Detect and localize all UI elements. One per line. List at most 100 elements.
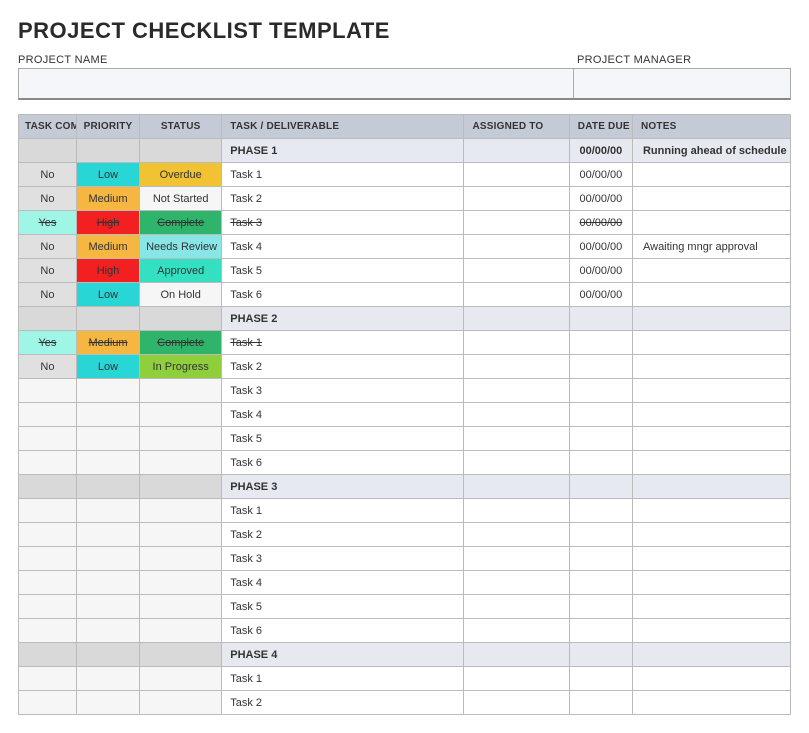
cell-task[interactable]: Task 3 [222,379,464,403]
cell-status[interactable]: Approved [140,259,222,283]
cell-complete[interactable]: No [19,235,77,259]
cell-complete[interactable]: No [19,355,77,379]
cell-complete[interactable]: Yes [19,211,77,235]
cell-task[interactable]: Task 1 [222,331,464,355]
cell-due[interactable] [569,595,632,619]
cell-status[interactable] [140,595,222,619]
cell-priority[interactable] [76,691,139,715]
cell-task[interactable]: PHASE 3 [222,475,464,499]
cell-complete[interactable] [19,643,77,667]
cell-priority[interactable] [76,547,139,571]
cell-assigned[interactable] [464,235,569,259]
cell-notes[interactable] [632,595,790,619]
cell-assigned[interactable] [464,163,569,187]
cell-priority[interactable] [76,571,139,595]
cell-assigned[interactable] [464,475,569,499]
cell-complete[interactable] [19,139,77,163]
cell-due[interactable] [569,619,632,643]
cell-assigned[interactable] [464,427,569,451]
cell-notes[interactable] [632,619,790,643]
cell-priority[interactable] [76,475,139,499]
cell-complete[interactable] [19,475,77,499]
cell-priority[interactable] [76,595,139,619]
cell-task[interactable]: Task 3 [222,547,464,571]
cell-notes[interactable]: Running ahead of schedule [632,139,790,163]
cell-priority[interactable] [76,307,139,331]
cell-complete[interactable] [19,451,77,475]
cell-task[interactable]: Task 1 [222,499,464,523]
cell-assigned[interactable] [464,379,569,403]
cell-priority[interactable] [76,499,139,523]
cell-task[interactable]: Task 6 [222,283,464,307]
cell-task[interactable]: Task 6 [222,619,464,643]
cell-due[interactable] [569,379,632,403]
cell-notes[interactable] [632,427,790,451]
cell-task[interactable]: Task 3 [222,211,464,235]
cell-complete[interactable]: No [19,259,77,283]
cell-complete[interactable] [19,403,77,427]
cell-notes[interactable] [632,547,790,571]
cell-complete[interactable] [19,571,77,595]
cell-due[interactable]: 00/00/00 [569,259,632,283]
cell-notes[interactable] [632,451,790,475]
cell-priority[interactable] [76,139,139,163]
cell-due[interactable] [569,427,632,451]
cell-complete[interactable] [19,523,77,547]
cell-assigned[interactable] [464,139,569,163]
cell-complete[interactable] [19,307,77,331]
cell-status[interactable] [140,691,222,715]
project-manager-input[interactable] [574,69,790,98]
cell-task[interactable]: Task 4 [222,235,464,259]
cell-complete[interactable]: No [19,163,77,187]
cell-assigned[interactable] [464,571,569,595]
cell-priority[interactable]: Medium [76,331,139,355]
cell-assigned[interactable] [464,331,569,355]
cell-complete[interactable] [19,691,77,715]
cell-status[interactable] [140,619,222,643]
cell-assigned[interactable] [464,595,569,619]
cell-notes[interactable] [632,331,790,355]
cell-notes[interactable]: Awaiting mngr approval [632,235,790,259]
cell-task[interactable]: Task 2 [222,691,464,715]
cell-complete[interactable]: No [19,187,77,211]
cell-priority[interactable]: Low [76,163,139,187]
cell-complete[interactable]: Yes [19,331,77,355]
cell-complete[interactable] [19,547,77,571]
cell-status[interactable] [140,307,222,331]
cell-status[interactable]: Not Started [140,187,222,211]
cell-due[interactable]: 00/00/00 [569,283,632,307]
cell-task[interactable]: Task 2 [222,355,464,379]
cell-task[interactable]: Task 2 [222,523,464,547]
cell-complete[interactable] [19,427,77,451]
cell-status[interactable] [140,643,222,667]
cell-task[interactable]: Task 5 [222,259,464,283]
cell-due[interactable] [569,643,632,667]
cell-due[interactable]: 00/00/00 [569,187,632,211]
cell-assigned[interactable] [464,187,569,211]
cell-assigned[interactable] [464,547,569,571]
cell-complete[interactable] [19,619,77,643]
cell-due[interactable] [569,403,632,427]
cell-task[interactable]: Task 1 [222,667,464,691]
cell-complete[interactable] [19,379,77,403]
cell-priority[interactable]: Low [76,283,139,307]
cell-notes[interactable] [632,211,790,235]
cell-priority[interactable] [76,427,139,451]
cell-task[interactable]: Task 4 [222,571,464,595]
cell-notes[interactable] [632,187,790,211]
cell-notes[interactable] [632,379,790,403]
cell-priority[interactable]: High [76,211,139,235]
cell-assigned[interactable] [464,307,569,331]
cell-due[interactable] [569,691,632,715]
cell-assigned[interactable] [464,619,569,643]
cell-complete[interactable]: No [19,283,77,307]
cell-task[interactable]: Task 6 [222,451,464,475]
cell-priority[interactable]: High [76,259,139,283]
cell-notes[interactable] [632,667,790,691]
cell-status[interactable] [140,499,222,523]
cell-notes[interactable] [632,571,790,595]
cell-assigned[interactable] [464,499,569,523]
cell-notes[interactable] [632,163,790,187]
cell-due[interactable]: 00/00/00 [569,139,632,163]
cell-due[interactable] [569,451,632,475]
